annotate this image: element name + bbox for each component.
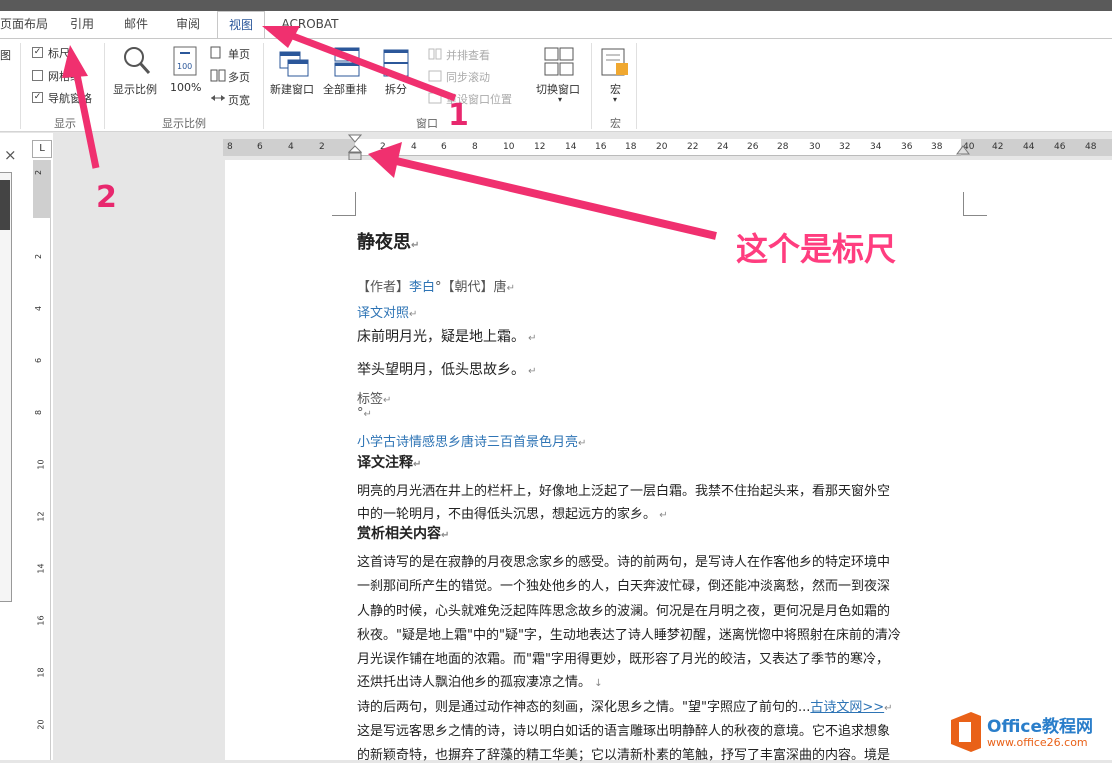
arrow-to-ruler [391, 156, 717, 240]
office-logo-icon [951, 712, 981, 752]
arrowhead [368, 142, 402, 178]
arrowhead [62, 45, 88, 78]
annotation-number-1: 1 [448, 98, 469, 133]
arrow-to-ruler-checkbox [72, 69, 100, 169]
ruler-annotation: 这个是标尺 [736, 230, 897, 268]
office26-logo: Office教程网 www.office26.com [945, 706, 1110, 758]
annotation-number-2: 2 [96, 180, 117, 215]
arrow-to-view-tab [283, 29, 457, 102]
logo-name: Office教程网 [987, 717, 1094, 737]
logo-url: www.office26.com [987, 736, 1088, 749]
annotation-arrows [62, 26, 717, 240]
